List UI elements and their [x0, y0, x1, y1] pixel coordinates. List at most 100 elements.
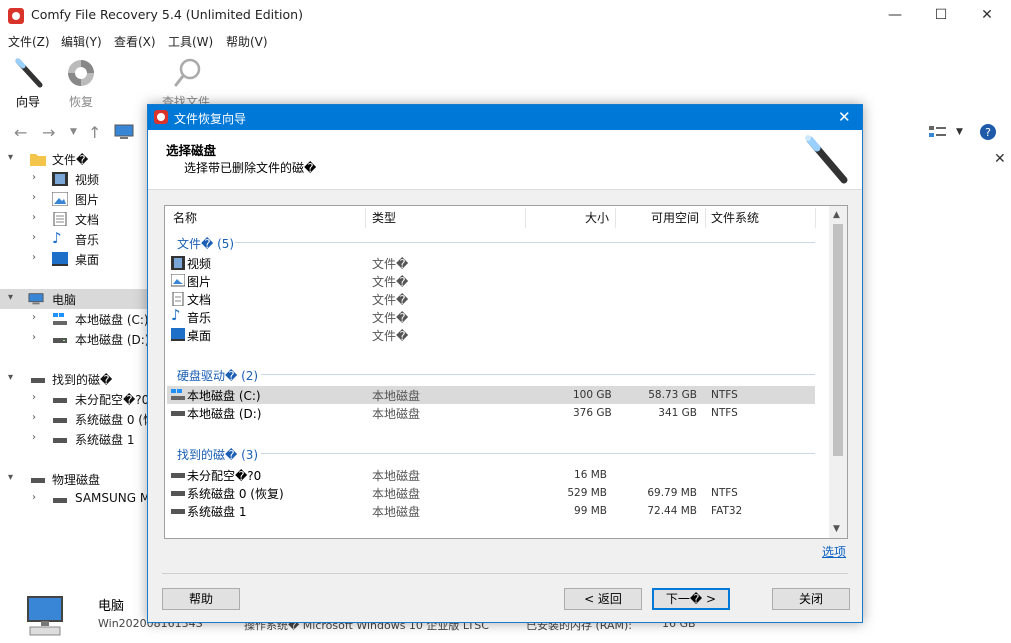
tree-item-found-disks[interactable]: ▾ 找到的磁� [0, 369, 150, 389]
item-size: 100 GB [573, 389, 612, 401]
menu-edit[interactable]: 编辑(Y) [61, 33, 102, 50]
column-separator[interactable] [615, 208, 616, 228]
collapse-arrow-icon[interactable]: ▾ [8, 152, 13, 163]
history-dropdown-icon[interactable]: ▼ [70, 127, 77, 137]
scrollbar-thumb[interactable] [833, 224, 843, 456]
tree-item-physical-disks[interactable]: ▾ 物理磁盘 [0, 469, 150, 489]
expand-arrow-icon[interactable]: › [32, 192, 36, 203]
column-type[interactable]: 类型 [372, 206, 396, 230]
view-mode-icon[interactable] [928, 124, 948, 140]
tree-item-video[interactable]: › 视频 [0, 169, 150, 189]
scroll-up-icon[interactable]: ▲ [833, 210, 840, 220]
column-filesystem[interactable]: 文件系统 [711, 206, 759, 230]
column-size[interactable]: 大小 [585, 206, 609, 230]
expand-arrow-icon[interactable]: › [32, 392, 36, 403]
menu-tools[interactable]: 工具(W) [168, 33, 213, 50]
drive-icon [171, 411, 185, 416]
tree-item-system-disk-1[interactable]: › 系统磁盘 1 [0, 429, 150, 449]
recovery-wizard-dialog: 文件恢复向导 ✕ 选择磁盘 选择带已删除文件的磁� 名称 类型 大小 可用空间 … [147, 104, 863, 623]
collapse-arrow-icon[interactable]: ▾ [8, 472, 13, 483]
scroll-down-icon[interactable]: ▼ [833, 524, 840, 534]
windows-drive-icon [171, 389, 185, 400]
recover-label: 恢复 [68, 95, 93, 109]
group-header-found-disks[interactable]: 找到的磁� (3) [177, 446, 258, 463]
tree-item-drive-c[interactable]: › 本地磁盘 (C:) [0, 309, 150, 329]
list-item[interactable]: ♪ 音乐 文件� [167, 306, 815, 326]
wizard-button[interactable]: 向导 [0, 57, 56, 113]
menu-help[interactable]: 帮助(V) [226, 33, 268, 50]
magic-wand-icon [15, 58, 43, 88]
group-header-hard-drives[interactable]: 硬盘驱动� (2) [177, 367, 258, 384]
close-pane-icon[interactable]: ✕ [994, 151, 1006, 167]
collapse-arrow-icon[interactable]: ▾ [8, 292, 13, 303]
close-window-button[interactable]: ✕ [964, 0, 1010, 31]
up-arrow-icon[interactable]: ↑ [88, 123, 101, 142]
tree-item-system-disk-0[interactable]: › 系统磁盘 0 (恢 [0, 409, 150, 429]
expand-arrow-icon[interactable]: › [32, 432, 36, 443]
disk-list[interactable]: 名称 类型 大小 可用空间 文件系统 文件� (5) 视频 文件� 图片 文件�… [164, 205, 848, 539]
column-separator[interactable] [815, 208, 816, 228]
menu-file[interactable]: 文件(Z) [8, 33, 50, 50]
expand-arrow-icon[interactable]: › [32, 492, 36, 503]
column-separator[interactable] [705, 208, 706, 228]
expand-arrow-icon[interactable]: › [32, 252, 36, 263]
vertical-scrollbar[interactable]: ▲ ▼ [829, 206, 847, 538]
back-button[interactable]: < 返回 [564, 588, 642, 610]
tree-item-computer[interactable]: ▾ 电脑 [0, 289, 150, 309]
column-name[interactable]: 名称 [173, 206, 197, 230]
expand-arrow-icon[interactable]: › [32, 332, 36, 343]
item-type: 文件� [372, 311, 409, 325]
view-dropdown-icon[interactable]: ▼ [956, 127, 963, 137]
dialog-subheading: 选择带已删除文件的磁� [184, 161, 317, 175]
close-button[interactable]: 关闭 [772, 588, 850, 610]
expand-arrow-icon[interactable]: › [32, 412, 36, 423]
expand-arrow-icon[interactable]: › [32, 232, 36, 243]
column-separator[interactable] [525, 208, 526, 228]
tree-item-documents[interactable]: › 文档 [0, 209, 150, 229]
list-item[interactable]: 本地磁盘 (D:) 本地磁盘 376 GB 341 GB NTFS [167, 404, 815, 422]
wizard-label: 向导 [15, 95, 40, 109]
tree-item-desktop[interactable]: › 桌面 [0, 249, 150, 269]
app-icon [8, 8, 24, 24]
next-button[interactable]: 下一� > [652, 588, 730, 610]
options-link[interactable]: 选项 [822, 543, 846, 560]
help-button[interactable]: 帮助 [162, 588, 240, 610]
menu-view[interactable]: 查看(X) [114, 33, 156, 50]
list-item[interactable]: 视频 文件� [167, 254, 815, 272]
list-item-selected[interactable]: 本地磁盘 (C:) 本地磁盘 100 GB 58.73 GB NTFS [167, 386, 815, 404]
column-separator[interactable] [365, 208, 366, 228]
tree-item-samsung[interactable]: › SAMSUNG MZ [0, 489, 150, 509]
dialog-close-icon[interactable]: ✕ [838, 108, 851, 126]
list-item[interactable]: 系统磁盘 1 本地磁盘 99 MB 72.44 MB FAT32 [167, 502, 815, 520]
group-header-folders[interactable]: 文件� (5) [177, 235, 234, 252]
computer-icon [27, 596, 63, 636]
forward-arrow-icon[interactable]: → [42, 123, 55, 142]
expand-arrow-icon[interactable]: › [32, 172, 36, 183]
dialog-title-bar: 文件恢复向导 ✕ [148, 105, 862, 130]
list-item[interactable]: 未分配空�?0 本地磁盘 16 MB [167, 466, 815, 484]
tree-item-folders[interactable]: ▾ 文件� [0, 149, 150, 169]
video-icon [52, 172, 68, 186]
expand-arrow-icon[interactable]: › [32, 212, 36, 223]
back-arrow-icon[interactable]: ← [14, 123, 27, 142]
list-item[interactable]: 图片 文件� [167, 272, 815, 290]
expand-arrow-icon[interactable]: › [32, 312, 36, 323]
help-icon[interactable]: ? [979, 123, 997, 141]
collapse-arrow-icon[interactable]: ▾ [8, 372, 13, 383]
tree-item-unallocated[interactable]: › 未分配空�?0 [0, 389, 150, 409]
svg-text:?: ? [985, 126, 991, 139]
picture-icon [171, 274, 185, 287]
list-item[interactable]: 系统磁盘 0 (恢复) 本地磁盘 529 MB 69.79 MB NTFS [167, 484, 815, 502]
list-item[interactable]: 桌面 文件� [167, 326, 815, 344]
minimize-button[interactable]: — [872, 0, 918, 31]
tree-item-pictures[interactable]: › 图片 [0, 189, 150, 209]
tree-label: 系统磁盘 0 (恢 [75, 413, 150, 427]
maximize-button[interactable]: ☐ [918, 0, 964, 31]
column-free-space[interactable]: 可用空间 [651, 206, 699, 230]
group-divider [261, 374, 815, 375]
tree-item-drive-d[interactable]: › 本地磁盘 (D:) [0, 329, 150, 349]
item-type: 本地磁盘 [372, 389, 421, 403]
list-item[interactable]: 文档 文件� [167, 290, 815, 308]
recover-button[interactable]: 恢复 [53, 57, 109, 113]
tree-item-music[interactable]: › ♪ 音乐 [0, 229, 150, 249]
